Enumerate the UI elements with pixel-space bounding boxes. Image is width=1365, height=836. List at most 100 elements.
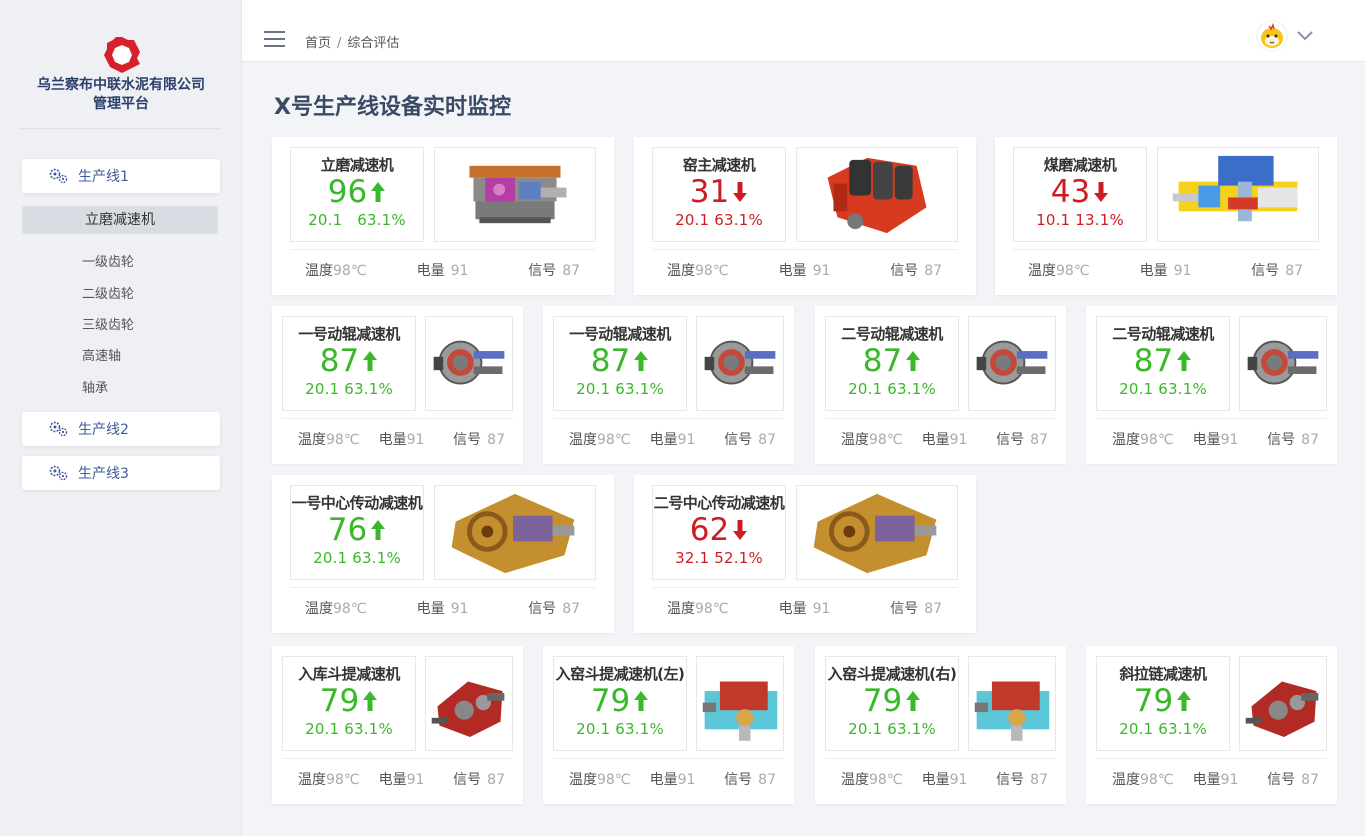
stat-signal: 信号 87 bbox=[1250, 429, 1327, 449]
metric-sub: 20.1 63.1% bbox=[576, 380, 664, 398]
stat-power: 电量91 bbox=[397, 260, 489, 280]
arrow-up-icon bbox=[363, 351, 378, 371]
stat-power-label: 电量 bbox=[921, 431, 950, 448]
stat-power-label: 电量 bbox=[378, 431, 407, 448]
metric-value: 87 bbox=[863, 344, 921, 378]
user-avatar[interactable] bbox=[1256, 20, 1288, 52]
stat-temp-value: 98℃ bbox=[326, 771, 360, 788]
metric-sub: 32.1 52.1% bbox=[675, 549, 763, 567]
stat-signal-value: 87 bbox=[562, 262, 581, 279]
menu-toggle-icon[interactable] bbox=[264, 31, 285, 48]
stat-temp: 温度98℃ bbox=[290, 260, 397, 280]
stat-temp: 温度98℃ bbox=[282, 429, 367, 449]
device-card[interactable]: 入窑斗提减速机(右) 79 20.1 63.1% 温度98℃ 电量91 信号 87 bbox=[815, 646, 1066, 804]
device-name: 窑主减速机 bbox=[682, 156, 756, 174]
stat-signal-value: 87 bbox=[1030, 771, 1048, 788]
sidebar-divider bbox=[20, 128, 220, 129]
device-name: 一号动辊减速机 bbox=[298, 325, 400, 343]
stat-temp: 温度98℃ bbox=[1013, 260, 1120, 280]
stat-temp: 温度98℃ bbox=[652, 260, 759, 280]
stat-signal: 信号 87 bbox=[436, 429, 513, 449]
stat-power-label: 电量 bbox=[416, 600, 445, 617]
sidebar-subitem[interactable]: 一级齿轮 bbox=[82, 251, 134, 270]
device-card[interactable]: 入窑斗提减速机(左) 79 20.1 63.1% 温度98℃ 电量91 信号 87 bbox=[543, 646, 794, 804]
metric-value: 79 bbox=[1134, 684, 1192, 718]
device-name: 入窑斗提减速机(右) bbox=[827, 665, 957, 683]
arrow-up-icon bbox=[371, 520, 386, 540]
metric-sub: 20.1 63.1% bbox=[848, 720, 936, 738]
stat-signal-value: 87 bbox=[924, 600, 943, 617]
sidebar-item-line3[interactable]: 生产线3 bbox=[22, 456, 220, 490]
metric-value: 31 bbox=[690, 175, 748, 209]
sidebar-item-line1[interactable]: 生产线1 bbox=[22, 159, 220, 193]
device-card[interactable]: 入库斗提减速机 79 20.1 63.1% 温度98℃ 电量91 信号 87 bbox=[272, 646, 523, 804]
stats-row: 温度98℃ 电量91 信号87 bbox=[652, 587, 958, 627]
metric-number: 87 bbox=[319, 343, 360, 379]
sidebar-item-line2[interactable]: 生产线2 bbox=[22, 412, 220, 446]
stat-signal: 信号 87 bbox=[436, 769, 513, 789]
stat-power: 电量91 bbox=[759, 260, 851, 280]
stat-signal-value: 87 bbox=[1030, 431, 1048, 448]
device-card[interactable]: 煤磨减速机 43 10.1 13.1% 温度98℃ 电量 91 信号 87 bbox=[995, 137, 1337, 295]
value-panel: 斜拉链减速机 79 20.1 63.1% bbox=[1096, 656, 1230, 751]
sidebar-subitem[interactable]: 二级齿轮 bbox=[82, 283, 134, 302]
device-card[interactable]: 立磨减速机 96 20.1 63.1% 温度98℃ 电量 91 信号 87 bbox=[272, 137, 614, 295]
arrow-down-icon bbox=[1094, 182, 1109, 202]
stat-power: 电量91 bbox=[638, 769, 707, 789]
device-card[interactable]: 窑主减速机 31 20.1 63.1% 温度98℃ 电量 91 信号 87 bbox=[634, 137, 976, 295]
sidebar-subitem[interactable]: 轴承 bbox=[82, 377, 108, 396]
stat-signal-label: 信号 bbox=[528, 262, 557, 279]
metric-sub: 20.1 63.1% bbox=[308, 211, 406, 229]
device-card[interactable]: 一号动辊减速机 87 20.1 63.1% 温度98℃ 电量91 信号 87 bbox=[543, 306, 794, 464]
stat-temp-label: 温度 bbox=[667, 600, 695, 617]
device-card[interactable]: 二号动辊减速机 87 20.1 63.1% 温度98℃ 电量91 信号 87 bbox=[815, 306, 1066, 464]
device-name: 二号中心传动减速机 bbox=[653, 494, 785, 512]
device-card[interactable]: 二号动辊减速机 87 20.1 63.1% 温度98℃ 电量91 信号 87 bbox=[1086, 306, 1337, 464]
stat-signal-label: 信号 bbox=[453, 771, 482, 788]
stat-signal-label: 信号 bbox=[996, 771, 1025, 788]
stat-signal-label: 信号 bbox=[453, 431, 482, 448]
stat-temp: 温度98℃ bbox=[1096, 429, 1181, 449]
gears-icon bbox=[49, 421, 68, 437]
stat-signal-label: 信号 bbox=[724, 771, 753, 788]
stat-power-value: 91 bbox=[812, 600, 831, 617]
sidebar-item-label: 生产线2 bbox=[78, 422, 129, 438]
metric-number: 87 bbox=[862, 343, 903, 379]
device-name: 一号动辊减速机 bbox=[569, 325, 671, 343]
sidebar-subitem[interactable]: 高速轴 bbox=[82, 345, 121, 364]
stat-signal-value: 87 bbox=[1301, 431, 1319, 448]
stats-row: 温度98℃ 电量91 信号87 bbox=[825, 758, 1056, 798]
stat-temp: 温度98℃ bbox=[282, 769, 367, 789]
device-image bbox=[1239, 656, 1327, 751]
stat-temp-label: 温度 bbox=[569, 771, 597, 788]
sidebar-subitem[interactable]: 三级齿轮 bbox=[82, 314, 134, 333]
stat-signal-value: 87 bbox=[562, 600, 581, 617]
sidebar-subitem-active[interactable]: 立磨减速机 bbox=[22, 206, 218, 234]
stat-signal-value: 87 bbox=[487, 431, 505, 448]
stat-power-value: 91 bbox=[406, 431, 425, 448]
device-name: 二号动辊减速机 bbox=[841, 325, 943, 343]
device-card[interactable]: 二号中心传动减速机 62 32.1 52.1% 温度98℃ 电量 91 信号 87 bbox=[634, 475, 976, 633]
stat-signal: 信号 87 bbox=[1211, 260, 1319, 280]
device-card[interactable]: 一号动辊减速机 87 20.1 63.1% 温度98℃ 电量91 信号 87 bbox=[272, 306, 523, 464]
stat-signal: 信号 87 bbox=[488, 598, 596, 618]
device-image bbox=[968, 316, 1056, 411]
metric-sub: 20.1 63.1% bbox=[576, 720, 664, 738]
device-card[interactable]: 斜拉链减速机 79 20.1 63.1% 温度98℃ 电量91 信号 87 bbox=[1086, 646, 1337, 804]
arrow-up-icon bbox=[906, 351, 921, 371]
metric-sub: 20.1 63.1% bbox=[848, 380, 936, 398]
device-image bbox=[425, 656, 513, 751]
device-image bbox=[434, 485, 596, 580]
stat-signal: 信号 87 bbox=[488, 260, 596, 280]
stats-row: 温度98℃ 电量91 信号87 bbox=[1013, 249, 1319, 289]
breadcrumb-home[interactable]: 首页 bbox=[305, 36, 331, 51]
stats-row: 温度98℃ 电量91 信号87 bbox=[290, 587, 596, 627]
value-panel: 一号动辊减速机 87 20.1 63.1% bbox=[282, 316, 416, 411]
sidebar-item-label: 生产线3 bbox=[78, 466, 129, 482]
chevron-down-icon[interactable] bbox=[1296, 28, 1314, 42]
device-card[interactable]: 一号中心传动减速机 76 20.1 63.1% 温度98℃ 电量 91 信号 87 bbox=[272, 475, 614, 633]
stat-signal: 信号 87 bbox=[979, 429, 1056, 449]
value-panel: 入窑斗提减速机(右) 79 20.1 63.1% bbox=[825, 656, 959, 751]
stat-power-value: 91 bbox=[406, 771, 425, 788]
stat-power-value: 91 bbox=[677, 771, 696, 788]
